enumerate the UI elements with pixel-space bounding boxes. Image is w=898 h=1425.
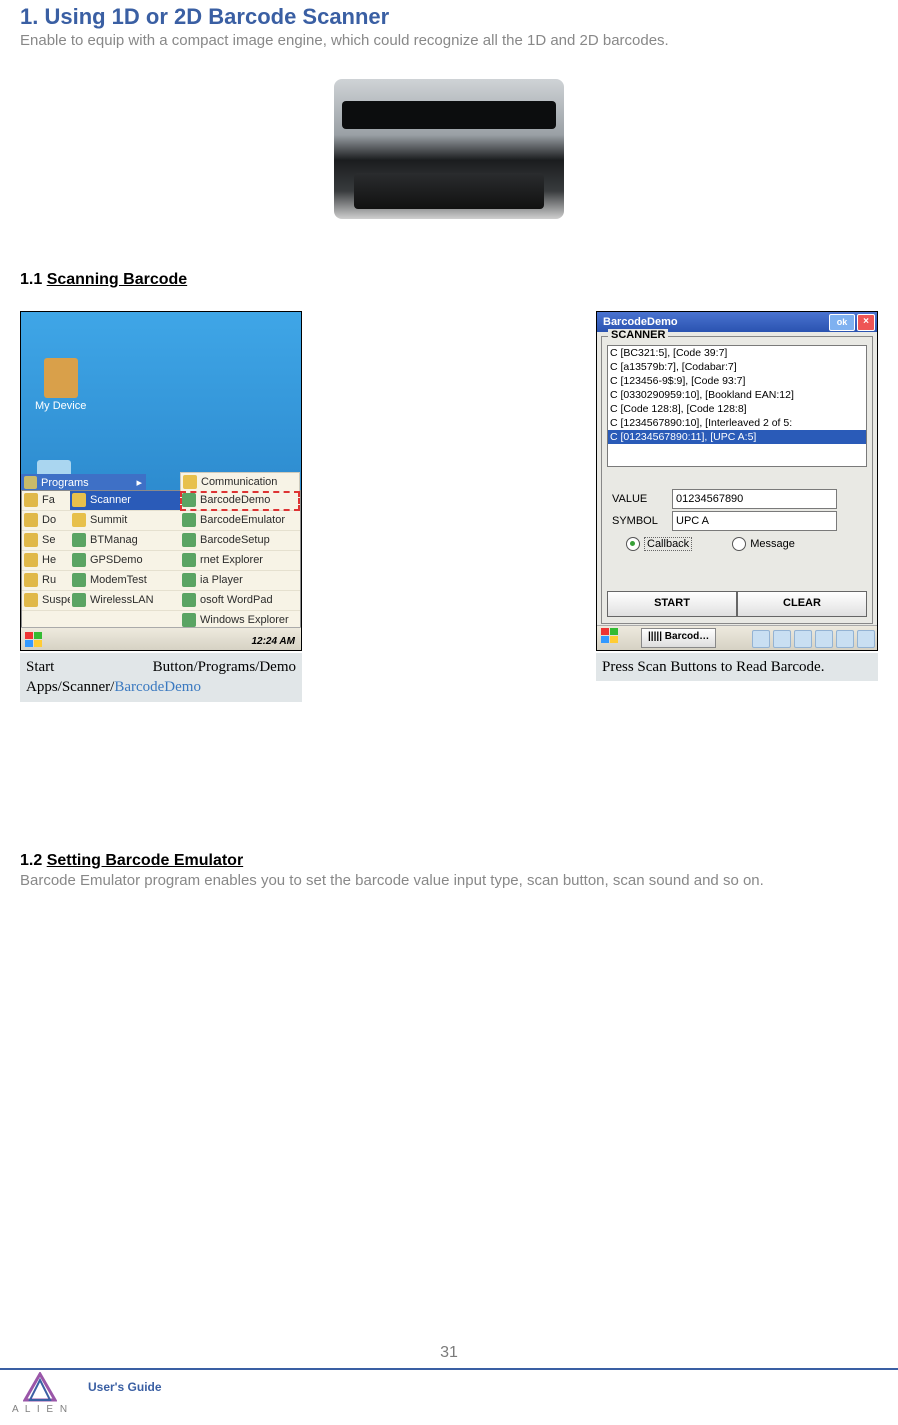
list-item[interactable]: C [Code 128:8], [Code 128:8] [608, 402, 866, 416]
taskbar-app-button[interactable]: ||||| Barcod… [641, 628, 716, 648]
tray-icon[interactable] [794, 630, 812, 648]
desktop-icon-my-device[interactable]: My Device [35, 358, 86, 412]
menu-item[interactable]: rnet Explorer [180, 551, 300, 571]
taskbar-clock: 12:24 AM [251, 636, 295, 647]
symbol-field: UPC A [672, 511, 837, 531]
radio-icon [732, 537, 746, 551]
value-field: 01234567890 [672, 489, 837, 509]
menu-item[interactable]: Ru [22, 571, 70, 591]
start-button-icon[interactable] [25, 632, 43, 648]
heading-1: 1. Using 1D or 2D Barcode Scanner [20, 4, 878, 30]
tray-icon[interactable] [752, 630, 770, 648]
ok-button[interactable]: ok [829, 314, 855, 331]
clear-button[interactable]: CLEAR [737, 591, 867, 617]
tray-icon[interactable] [857, 630, 875, 648]
menu-item[interactable]: ia Player [180, 571, 300, 591]
section-1-2-body: Barcode Emulator program enables you to … [20, 872, 878, 889]
radio-message[interactable]: Message [732, 537, 795, 551]
menu-item-barcodeemulator[interactable]: BarcodeEmulator [180, 511, 300, 531]
footer-users-guide: User's Guide [88, 1380, 162, 1394]
brand-logo-icon [23, 1372, 57, 1402]
right-caption: Press Scan Buttons to Read Barcode. [596, 653, 878, 681]
footer-brand: A L I E N [12, 1404, 898, 1415]
groupbox-title: SCANNER [608, 329, 668, 341]
scan-result-list[interactable]: C [BC321:5], [Code 39:7] C [a13579b:7], … [607, 345, 867, 467]
scanner-groupbox: SCANNER C [BC321:5], [Code 39:7] C [a135… [601, 336, 873, 624]
list-item-selected[interactable]: C [01234567890:11], [UPC A:5] [608, 430, 866, 444]
radio-callback[interactable]: Callback [626, 537, 692, 551]
menu-item[interactable]: WirelessLAN [70, 591, 180, 611]
menu-item[interactable]: GPSDemo [70, 551, 180, 571]
list-item[interactable]: C [1234567890:10], [Interleaved 2 of 5: [608, 416, 866, 430]
system-tray [752, 630, 875, 648]
close-button[interactable]: × [857, 314, 875, 331]
menu-item[interactable]: Summit [70, 511, 180, 531]
menu-item[interactable]: osoft WordPad [180, 591, 300, 611]
tray-icon[interactable] [815, 630, 833, 648]
list-item[interactable]: C [0330290959:10], [Bookland EAN:12] [608, 388, 866, 402]
taskbar: 12:24 AM [21, 627, 301, 650]
menu-item[interactable]: Suspena [22, 591, 70, 611]
list-item[interactable]: C [123456-9$:9], [Code 93:7] [608, 374, 866, 388]
list-item[interactable]: C [a13579b:7], [Codabar:7] [608, 360, 866, 374]
taskbar: ||||| Barcod… [597, 625, 877, 650]
section-1-1-title: Scanning Barcode [47, 271, 187, 288]
page-footer: 31 User's Guide A L I E N [0, 1344, 898, 1415]
section-1-2-prefix: 1.2 [20, 852, 47, 869]
section-1-1-prefix: 1.1 [20, 271, 47, 288]
left-caption: Start Button/Programs/Demo Apps/Scanner/… [20, 653, 302, 702]
menu-item[interactable]: BTManag [70, 531, 180, 551]
menu-item[interactable]: ModemTest [70, 571, 180, 591]
menu-item-communication[interactable]: Communication [180, 472, 300, 492]
menu-item[interactable]: Fa [22, 491, 70, 511]
start-button[interactable]: START [607, 591, 737, 617]
radio-icon [626, 537, 640, 551]
device-photo [334, 79, 564, 219]
screenshot-barcodedemo: BarcodeDemo ok × SCANNER C [BC321:5], [C… [596, 311, 878, 651]
menu-item[interactable]: He [22, 551, 70, 571]
window-title: BarcodeDemo [603, 316, 678, 328]
page-number: 31 [0, 1344, 898, 1362]
symbol-label: SYMBOL [612, 515, 672, 527]
list-item[interactable]: C [BC321:5], [Code 39:7] [608, 346, 866, 360]
tray-icon[interactable] [836, 630, 854, 648]
intro-text: Enable to equip with a compact image eng… [20, 32, 878, 49]
screenshot-start-menu: My Device Recycle Bin Programs▸ Fa Do Se… [20, 311, 302, 651]
menu-item-scanner[interactable]: Scanner [70, 491, 180, 511]
menu-item[interactable]: Se [22, 531, 70, 551]
menu-item-barcodesetup[interactable]: BarcodeSetup [180, 531, 300, 551]
tray-icon[interactable] [773, 630, 791, 648]
start-button-icon[interactable] [601, 628, 619, 644]
cascading-menus: Fa Do Se He Ru Suspena Scanner Summit BT… [21, 490, 301, 628]
section-1-2-title: Setting Barcode Emulator [47, 852, 243, 869]
menu-item[interactable]: Do [22, 511, 70, 531]
value-label: VALUE [612, 493, 672, 505]
menu-item-barcodedemo[interactable]: BarcodeDemo [180, 491, 300, 511]
